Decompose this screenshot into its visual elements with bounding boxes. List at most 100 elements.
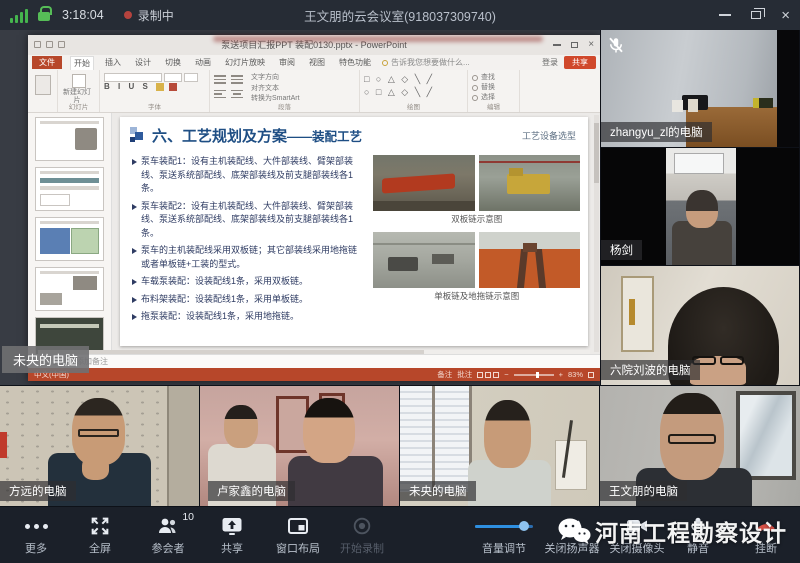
hangup-button[interactable]: 挂断 [740,513,792,556]
decor [629,299,635,325]
tab-animations[interactable]: 动画 [192,56,214,69]
ppt-minimize-icon[interactable] [553,44,561,46]
participant-name-label: 方远的电脑 [0,481,76,501]
participant-video-yangjian[interactable]: 杨剑 [601,148,799,265]
participant-name-label: 杨剑 [601,240,642,260]
font-style-buttons[interactable]: B I U S [104,82,151,91]
camera-button[interactable]: 关闭摄像头 [602,513,672,556]
signin-link[interactable]: 登录 [542,57,558,68]
replace-button[interactable]: 替换 [472,83,515,93]
hand-decor [82,456,110,480]
participant-name-label: 王文朋的电脑 [600,481,687,501]
tab-insert[interactable]: 插入 [102,56,124,69]
new-slide-icon[interactable] [72,74,86,88]
volume-slider[interactable] [475,525,533,528]
numbered-list-icon[interactable] [231,75,243,86]
record-button[interactable]: 开始录制 [330,513,394,556]
slide-bullet-list: 泵车装配1：设有主机装配线、大件部装线、臂架部装线、泵送系统部配线、底架部装线及… [132,155,369,342]
participant-video-liubo[interactable]: 六院刘波的电脑 [601,266,799,385]
align-left-icon[interactable] [214,90,226,101]
mute-button[interactable]: 静音 [673,513,723,556]
tab-transitions[interactable]: 切换 [162,56,184,69]
align-text-button[interactable]: 对齐文本 [251,84,300,95]
tab-file[interactable]: 文件 [32,56,62,69]
more-dots-icon [25,524,48,529]
person-head [686,190,718,227]
layout-button[interactable]: 窗口布局 [266,513,330,556]
speaker-button[interactable]: 关闭扬声器 [537,513,607,556]
notes-toggle[interactable]: 备注 [437,369,452,380]
restore-button[interactable] [751,11,761,19]
group-label-slides: 幻灯片 [58,101,99,111]
tab-special[interactable]: 特色功能 [336,56,374,69]
notes-pane[interactable]: 单击此处添加备注 [28,354,600,368]
align-center-icon[interactable] [231,90,243,101]
volume-slider-knob[interactable] [519,521,529,531]
zoom-slider[interactable] [514,374,554,376]
participant-video-lujiaxin[interactable]: 卢家鑫的电脑 [200,386,399,506]
powerpoint-window: 泵送项目汇报PPT 装配0130.pptx - PowerPoint × 文件 … [28,35,600,381]
font-color-chip[interactable] [169,83,177,91]
slide-thumbnail[interactable] [35,267,104,311]
window [674,153,724,174]
participant-video-zhangyu[interactable]: zhangyu_zl的电脑 [601,30,799,147]
tell-me-box[interactable]: 告诉我您想要做什么... [382,57,470,68]
ppt-close-icon[interactable]: × [588,35,594,55]
factory-photo-floor [373,232,474,288]
editing-group: 查找 替换 选择 编辑 [468,70,520,112]
font-name-box[interactable] [104,73,205,82]
recording-dot-icon [124,11,132,19]
ppt-restore-icon[interactable] [571,42,578,48]
bullet-list-icon[interactable] [214,75,226,86]
share-screen-icon [220,514,244,538]
factory-photo-orange-line [479,232,580,288]
ppt-share-button[interactable]: 共享 [564,56,596,69]
zoom-in-button[interactable]: + [559,370,563,379]
person-head [484,400,532,467]
zoom-out-button[interactable]: − [504,370,508,379]
share-button[interactable]: 共享 [200,513,264,556]
tab-home[interactable]: 开始 [70,56,94,70]
volume-control[interactable]: 音量调节 [468,513,540,556]
paste-button[interactable] [35,75,51,95]
decor [777,30,799,147]
ppt-statusbar: 中文(中国) 备注 批注 − + 83% [28,368,600,381]
fullscreen-button[interactable]: 全屏 [68,513,132,556]
bullet-item: 车载泵装配：设装配线1条，采用双板链。 [132,275,365,289]
mic-muted-icon [607,36,625,54]
participant-video-fangyuan[interactable]: 方远的电脑 [0,386,199,506]
participant-name-label: 六院刘波的电脑 [601,360,700,380]
red-streak-artifact [213,36,543,42]
slide-thumbnail[interactable] [35,117,104,161]
quick-access-toolbar[interactable] [34,41,65,48]
participants-button[interactable]: 10 参会者 [136,513,200,556]
highlight-color-chip[interactable] [156,83,164,91]
tab-design[interactable]: 设计 [132,56,154,69]
tab-slideshow[interactable]: 幻灯片放映 [222,56,268,69]
participant-video-weiyang[interactable]: 未央的电脑 [400,386,599,506]
participant-video-wangwenpeng[interactable]: 王文朋的电脑 [600,386,800,506]
shared-screen-stage[interactable]: 泵送项目汇报PPT 装配0130.pptx - PowerPoint × 文件 … [0,30,600,385]
slide-scrollbar[interactable] [594,115,599,352]
lock-icon [38,12,50,21]
slide-thumbnail[interactable] [35,217,104,261]
participant-sidebar: zhangyu_zl的电脑 杨剑 六院刘波的电脑 [600,30,800,385]
shapes-gallery[interactable]: □ ○ △ ◇ ╲ ╱○ □ △ ◇ ╲ ╱ [364,73,463,98]
more-button[interactable]: 更多 [4,513,68,556]
minimize-button[interactable] [719,14,731,16]
current-slide[interactable]: 六、工艺规划及方案——装配工艺 工艺设备选型 泵车装配1：设有主机装配线、大件部… [120,117,588,346]
slide-thumbnail[interactable] [35,167,104,211]
text-direction-button[interactable]: 文字方向 [251,73,300,84]
comments-toggle[interactable]: 批注 [457,369,472,380]
slide-thumbnail-panel[interactable] [28,113,112,354]
close-button[interactable]: × [781,8,790,23]
horizontal-scrollbar[interactable] [38,350,590,354]
view-switcher-icons[interactable] [477,372,499,378]
zoom-level[interactable]: 83% [568,370,583,379]
bullet-item: 泵车装配2：设有主机装配线、大件部装线、臂架部装线、泵送系统部配线、底架部装线及… [132,200,365,241]
decor [672,100,683,112]
tab-view[interactable]: 视图 [306,56,328,69]
tab-review[interactable]: 审阅 [276,56,298,69]
find-button[interactable]: 查找 [472,73,515,83]
fit-slide-icon[interactable] [588,372,594,378]
